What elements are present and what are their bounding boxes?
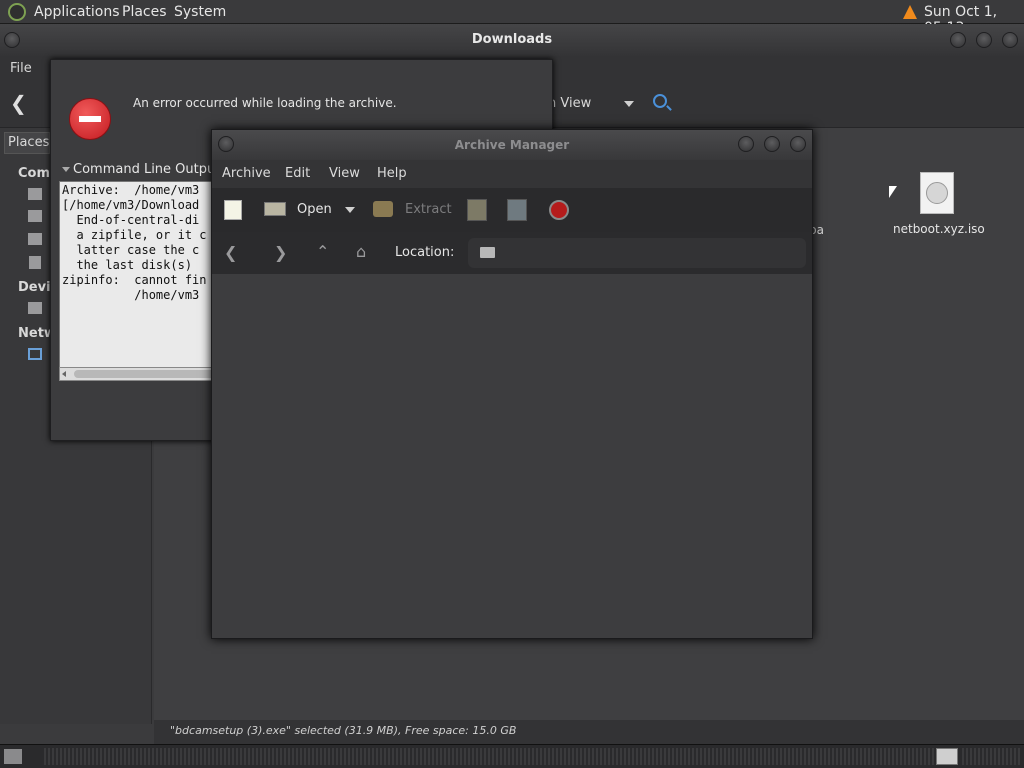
file-manager-titlebar[interactable]: Downloads (0, 24, 1024, 56)
home-icon[interactable] (28, 188, 42, 200)
applications-menu[interactable]: Applications (34, 4, 120, 20)
workspace-switcher[interactable] (936, 748, 958, 765)
stop-icon[interactable] (549, 200, 569, 220)
top-panel: Applications Places System Sun Oct 1, 05… (0, 0, 1024, 36)
output-line: zipinfo: cannot fin (62, 273, 207, 287)
window-menu-button[interactable] (218, 136, 234, 152)
add-files-icon (467, 199, 487, 221)
location-bar: ❮ ❯ ⌃ ⌂ Location: (212, 232, 812, 274)
back-arrow-icon[interactable]: ❮ (10, 93, 27, 113)
taskbar (0, 744, 1024, 768)
location-field[interactable] (468, 238, 806, 268)
add-folder-icon (507, 199, 527, 221)
menu-logo-icon (8, 3, 26, 21)
error-message: An error occurred while loading the arch… (133, 96, 397, 110)
menu-edit[interactable]: Edit (285, 166, 310, 181)
view-dropdown-icon[interactable] (624, 101, 634, 107)
error-icon (69, 98, 111, 140)
menu-view[interactable]: View (329, 166, 360, 181)
output-line: /home/vm3 (62, 288, 200, 302)
archive-manager-titlebar[interactable]: Archive Manager (212, 130, 812, 160)
location-label: Location: (395, 245, 455, 260)
output-line: latter case the c (62, 243, 200, 257)
close-button[interactable] (1002, 32, 1018, 48)
trash-icon[interactable] (29, 256, 41, 269)
scroll-left-icon[interactable] (62, 371, 66, 377)
scrollbar-thumb[interactable] (74, 370, 224, 378)
error-icon-bar (79, 116, 101, 122)
horizontal-scrollbar[interactable] (59, 367, 229, 381)
taskbar-tail (962, 748, 1020, 765)
folder-icon (480, 247, 495, 258)
archive-manager-window: Archive Manager Archive Edit View Help O… (211, 129, 813, 639)
output-line: a zipfile, or it c (62, 228, 207, 242)
window-menu-button[interactable] (4, 32, 20, 48)
archive-manager-menubar: Archive Edit View Help (212, 160, 812, 188)
back-icon[interactable]: ❮ (224, 244, 237, 262)
window-list[interactable] (44, 748, 934, 765)
disc-image-icon (920, 172, 954, 214)
new-archive-icon[interactable] (224, 200, 242, 220)
archive-contents[interactable] (212, 274, 812, 638)
mouse-cursor-icon (889, 186, 897, 198)
archive-manager-toolbar: Open Extract (212, 188, 812, 232)
filesystem-icon[interactable] (28, 233, 42, 245)
open-dropdown-icon[interactable] (345, 207, 355, 213)
up-icon[interactable]: ⌃ (316, 243, 329, 261)
open-button[interactable]: Open (297, 202, 332, 217)
output-line: [/home/vm3/Download (62, 198, 200, 212)
file-name: netboot.xyz.iso (893, 222, 985, 236)
disc-icon (926, 182, 948, 204)
desktop-icon[interactable] (28, 210, 42, 222)
output-line: the last disk(s) (62, 258, 193, 272)
minimize-button[interactable] (950, 32, 966, 48)
output-line: Archive: /home/vm3 (62, 183, 200, 197)
maximize-button[interactable] (764, 136, 780, 152)
menu-help[interactable]: Help (377, 166, 407, 181)
extract-button: Extract (405, 202, 452, 217)
sidebar-tab-label: Places (8, 135, 50, 150)
system-menu[interactable]: System (174, 4, 226, 20)
close-button[interactable] (790, 136, 806, 152)
show-desktop-icon[interactable] (4, 749, 22, 764)
archive-manager-title: Archive Manager (454, 138, 570, 152)
search-handle (666, 105, 672, 111)
forward-icon[interactable]: ❯ (274, 244, 287, 262)
window-title: Downloads (471, 32, 553, 47)
extract-icon (373, 201, 393, 217)
places-menu[interactable]: Places (122, 4, 167, 20)
home-icon[interactable]: ⌂ (356, 243, 366, 261)
output-line: End-of-central-di (62, 213, 200, 227)
view-mode-label[interactable]: n View (548, 96, 591, 111)
network-icon[interactable] (28, 348, 42, 360)
minimize-button[interactable] (738, 136, 754, 152)
status-text: "bdcamsetup (3).exe" selected (31.9 MB),… (170, 724, 517, 737)
menu-file[interactable]: File (10, 61, 32, 76)
open-icon[interactable] (264, 202, 286, 216)
vlc-icon[interactable] (903, 5, 917, 19)
menu-archive[interactable]: Archive (222, 166, 271, 181)
file-item[interactable]: netboot.xyz.iso (884, 172, 994, 262)
drive-icon[interactable] (28, 302, 42, 314)
sidebar-tab[interactable]: Places (4, 132, 50, 154)
command-output-text[interactable]: Archive: /home/vm3 [/home/vm3/Download En… (59, 181, 229, 369)
statusbar: "bdcamsetup (3).exe" selected (31.9 MB),… (154, 720, 1024, 744)
expander-arrow-icon[interactable] (62, 167, 70, 172)
maximize-button[interactable] (976, 32, 992, 48)
command-line-output-expander[interactable]: Command Line Output (73, 162, 220, 177)
